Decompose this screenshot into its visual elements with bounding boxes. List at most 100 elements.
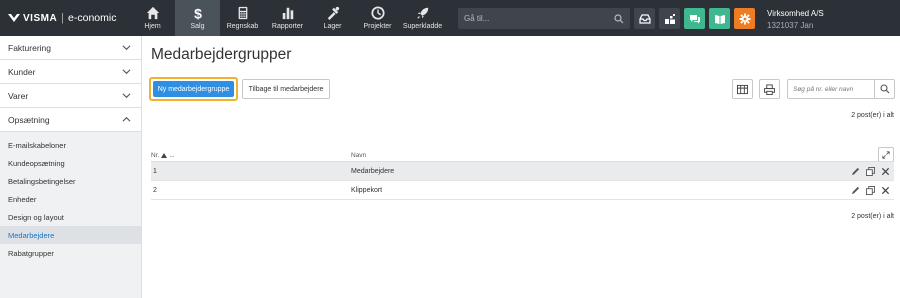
- sidebar: Fakturering Kunder Varer Opsætning E-mai…: [0, 36, 142, 298]
- edit-icon[interactable]: [851, 186, 860, 195]
- table-icon: [737, 84, 748, 94]
- edit-icon[interactable]: [851, 167, 860, 176]
- copy-icon[interactable]: [866, 185, 875, 195]
- company-user: 1321037 Jan: [767, 21, 814, 30]
- nav-label: Salg: [190, 23, 205, 30]
- search-icon: [879, 84, 889, 94]
- sidebar-section-kunder[interactable]: Kunder: [0, 60, 141, 84]
- sidebar-item-kundeopsaetning[interactable]: Kundeopsætning: [0, 154, 141, 172]
- new-employee-group-label: Ny medarbejdergruppe: [153, 81, 234, 97]
- row-actions: [851, 166, 894, 176]
- list-search[interactable]: [787, 79, 895, 99]
- brand-logo[interactable]: VISMA | e-conomic: [0, 0, 130, 36]
- nav-item-lager[interactable]: Lager: [310, 0, 355, 36]
- home-icon: [146, 6, 159, 20]
- sidebar-section-label: Fakturering: [8, 42, 51, 53]
- chevron-up-icon: [122, 116, 131, 122]
- settings-button[interactable]: [734, 8, 755, 29]
- chevron-down-icon: [122, 69, 131, 75]
- brand-app: e-conomic: [68, 12, 117, 24]
- global-search-input[interactable]: [464, 14, 604, 23]
- sidebar-section-fakturering[interactable]: Fakturering: [0, 36, 141, 60]
- column-header-more[interactable]: ...: [169, 152, 174, 159]
- employee-groups-table: Nr. ... Navn 1 Medarbejdere 2 Klippekort: [151, 150, 894, 200]
- sidebar-section-label: Opsætning: [8, 114, 50, 125]
- record-count-top: 2 post(er) i alt: [851, 112, 894, 119]
- sidebar-section-label: Kunder: [8, 66, 36, 77]
- nav-label: Hjem: [144, 23, 161, 30]
- delete-icon[interactable]: [881, 186, 890, 195]
- company-name: Virksomhed A/S: [767, 9, 824, 18]
- svg-text:$: $: [194, 6, 202, 20]
- nav-item-hjem[interactable]: Hjem: [130, 0, 175, 36]
- print-button[interactable]: [759, 79, 780, 99]
- inbox-icon: [638, 13, 651, 24]
- nav-label: Regnskab: [226, 23, 259, 30]
- bar-chart-icon: [282, 7, 293, 20]
- visma-logo: VISMA: [8, 13, 57, 24]
- delete-icon[interactable]: [881, 167, 890, 176]
- sort-ascending-icon: [161, 153, 168, 158]
- back-to-employees-button[interactable]: Tilbage til medarbejdere: [242, 79, 330, 99]
- sidebar-section-label: Varer: [8, 90, 29, 101]
- cell-nr: 2: [153, 186, 157, 194]
- chevron-down-icon: [122, 45, 131, 51]
- global-search[interactable]: [458, 8, 630, 29]
- brand-name: VISMA: [23, 12, 58, 24]
- main-content: Medarbejdergrupper Ny medarbejdergruppe …: [142, 36, 900, 298]
- tools-icon: [327, 6, 339, 20]
- table-row[interactable]: 1 Medarbejdere: [151, 162, 894, 181]
- printer-icon: [764, 83, 775, 95]
- list-search-input[interactable]: [788, 85, 874, 93]
- nav-item-superkladde[interactable]: Superkladde: [400, 0, 445, 36]
- row-actions: [851, 185, 894, 195]
- sidebar-section-varer[interactable]: Varer: [0, 84, 141, 108]
- sidebar-item-enheder[interactable]: Enheder: [0, 190, 141, 208]
- list-search-button[interactable]: [874, 80, 894, 98]
- cell-navn: Klippekort: [351, 186, 383, 194]
- nav-item-projekter[interactable]: Projekter: [355, 0, 400, 36]
- clock-icon: [370, 6, 385, 20]
- nav-item-regnskab[interactable]: Regnskab: [220, 0, 265, 36]
- inbox-button[interactable]: [634, 8, 655, 29]
- apps-icon: [664, 13, 675, 24]
- visma-mark-icon: [8, 14, 20, 22]
- rocket-icon: [416, 7, 428, 19]
- column-header-nr[interactable]: Nr. ...: [151, 152, 351, 159]
- chat-button[interactable]: [684, 8, 705, 29]
- column-header-navn[interactable]: Navn: [351, 152, 366, 159]
- sidebar-item-rabatgrupper[interactable]: Rabatgrupper: [0, 244, 141, 262]
- column-settings-button[interactable]: [732, 79, 753, 99]
- nav-label: Rapporter: [271, 23, 304, 30]
- chat-icon: [689, 14, 700, 23]
- nav-label: Projekter: [363, 23, 392, 30]
- nav-item-salg[interactable]: $ Salg: [175, 0, 220, 36]
- cell-navn: Medarbejdere: [351, 167, 395, 175]
- nav-label: Superkladde: [402, 23, 443, 30]
- calculator-icon: [238, 6, 247, 20]
- page-title: Medarbejdergrupper: [151, 46, 292, 63]
- new-employee-group-button[interactable]: Ny medarbejdergruppe: [149, 77, 238, 101]
- table-row[interactable]: 2 Klippekort: [151, 181, 894, 200]
- help-book-button[interactable]: [709, 8, 730, 29]
- sidebar-item-betalingsbetingelser[interactable]: Betalingsbetingelser: [0, 172, 141, 190]
- sidebar-item-e-mailskabeloner[interactable]: E-mailskabeloner: [0, 136, 141, 154]
- nav-item-rapporter[interactable]: Rapporter: [265, 0, 310, 36]
- column-header-nr-label: Nr.: [151, 152, 160, 159]
- sidebar-section-opsaetning[interactable]: Opsætning: [0, 108, 141, 132]
- sidebar-item-design-og-layout[interactable]: Design og layout: [0, 208, 141, 226]
- company-switcher[interactable]: Virksomhed A/S 1321037 Jan: [767, 8, 824, 36]
- table-header: Nr. ... Navn: [151, 150, 894, 162]
- dollar-icon: $: [194, 6, 202, 20]
- chevron-down-icon: [122, 93, 131, 99]
- copy-icon[interactable]: [866, 166, 875, 176]
- brand-separator: |: [61, 12, 65, 24]
- sidebar-item-medarbejdere[interactable]: Medarbejdere: [0, 226, 141, 244]
- gear-icon: [739, 13, 750, 24]
- nav-label: Lager: [323, 23, 342, 30]
- search-icon[interactable]: [614, 13, 624, 24]
- cell-nr: 1: [153, 167, 157, 175]
- record-count-bottom: 2 post(er) i alt: [851, 213, 894, 220]
- apps-button[interactable]: [659, 8, 680, 29]
- sidebar-submenu: E-mailskabeloner Kundeopsætning Betaling…: [0, 132, 141, 262]
